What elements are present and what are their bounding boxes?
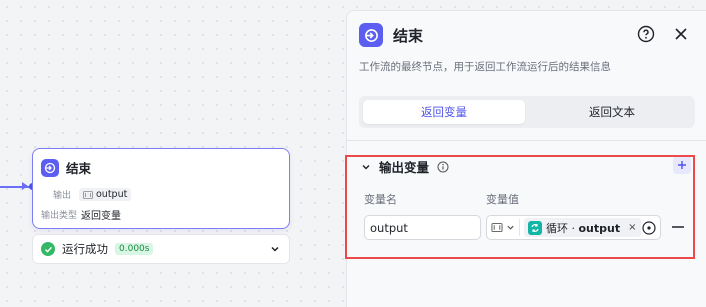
node-settings-panel: 结束 工作流的最终节点，用于返回工作流运行后的结果信息 返回变量 返回文本 输出… xyxy=(346,10,706,307)
node-output-row: 输出 output xyxy=(41,188,132,201)
divider xyxy=(347,140,706,141)
variable-value-field[interactable]: 循环 · output × xyxy=(486,215,661,240)
run-status-text: 运行成功 xyxy=(62,242,108,256)
reference-text: 循环 · output xyxy=(546,220,620,236)
value-type-select[interactable] xyxy=(491,219,520,236)
info-icon[interactable] xyxy=(437,161,449,173)
end-node-icon xyxy=(359,23,383,47)
minus-icon xyxy=(672,226,684,228)
column-label-name: 变量名 xyxy=(364,193,397,206)
end-node-icon xyxy=(41,158,59,177)
output-var-name: output xyxy=(96,189,128,200)
node-header: 结束 xyxy=(41,158,91,177)
chevron-down-icon[interactable] xyxy=(269,243,281,255)
plus-icon xyxy=(678,161,686,169)
add-variable-button[interactable] xyxy=(673,156,691,174)
panel-title: 结束 xyxy=(393,26,424,45)
output-label: 输出 xyxy=(52,191,71,201)
output-type-value: 返回变量 xyxy=(81,211,121,222)
output-variables-header[interactable]: 输出变量 xyxy=(361,157,449,176)
panel-description: 工作流的最终节点，用于返回工作流运行后的结果信息 xyxy=(359,61,611,73)
close-icon[interactable] xyxy=(673,26,689,42)
help-icon[interactable] xyxy=(637,25,655,43)
variable-reference-chip[interactable]: 循环 · output × xyxy=(524,218,641,237)
chevron-down-icon xyxy=(507,225,514,230)
node-output-type-row: 输出类型 返回变量 xyxy=(41,207,121,222)
node-title: 结束 xyxy=(66,161,92,176)
chevron-down-icon[interactable] xyxy=(361,162,371,172)
panel-header: 结束 xyxy=(359,23,423,47)
object-type-icon xyxy=(83,190,93,199)
connection-arrow xyxy=(22,182,28,190)
output-type-label: 输出类型 xyxy=(41,211,78,221)
section-title: 输出变量 xyxy=(379,160,430,175)
tab-return-text[interactable]: 返回文本 xyxy=(531,100,693,124)
success-check-icon xyxy=(41,242,55,256)
output-var-chip: output xyxy=(79,188,132,201)
clear-reference-icon[interactable]: × xyxy=(628,222,636,233)
loop-icon xyxy=(528,220,542,235)
reference-variable: output xyxy=(578,221,621,235)
run-duration-badge: 0.000s xyxy=(115,243,154,255)
object-type-icon xyxy=(491,223,503,232)
target-icon[interactable] xyxy=(642,221,656,235)
run-status-bar[interactable]: 运行成功 0.000s xyxy=(32,234,290,264)
column-label-value: 变量值 xyxy=(486,193,519,206)
remove-variable-button[interactable] xyxy=(671,219,685,235)
return-mode-tabs: 返回变量 返回文本 xyxy=(359,96,695,128)
tab-return-variable[interactable]: 返回变量 xyxy=(363,100,525,124)
variable-name-input[interactable] xyxy=(364,215,481,240)
end-node[interactable]: 结束 输出 output 输出类型 返回变量 xyxy=(32,148,290,229)
reference-source: 循环 · xyxy=(546,221,579,235)
